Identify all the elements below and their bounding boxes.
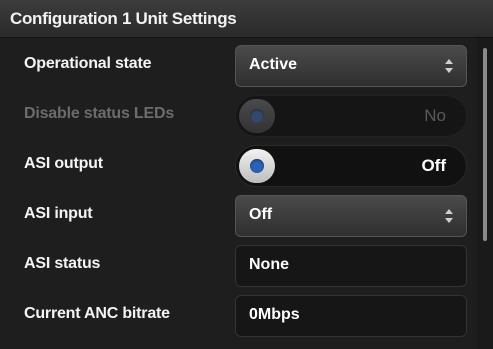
asi-output-label: ASI output: [24, 155, 103, 172]
vertical-scrollbar[interactable]: [477, 38, 493, 349]
operational-state-label: Operational state: [24, 55, 152, 72]
row-asi-status: ASI status None: [0, 242, 475, 292]
asi-status-label: ASI status: [24, 255, 101, 272]
current-anc-bitrate-value: 0Mbps: [249, 306, 300, 323]
asi-input-value: Off: [249, 206, 273, 223]
asi-status-value: None: [249, 256, 289, 273]
row-asi-input: ASI input Off: [0, 192, 475, 242]
operational-state-select[interactable]: Active: [235, 45, 467, 87]
up-down-chevron-icon: [445, 209, 453, 223]
scrollbar-thumb[interactable]: [483, 48, 487, 241]
asi-input-label: ASI input: [24, 205, 93, 222]
row-operational-state: Operational state Active: [0, 42, 475, 92]
current-anc-bitrate-field: 0Mbps: [235, 295, 467, 337]
settings-panel: Operational state Active Disable status …: [0, 38, 475, 349]
panel-title: Configuration 1 Unit Settings: [10, 9, 237, 28]
toggle-knob-icon: [239, 99, 275, 133]
asi-output-toggle[interactable]: Off: [235, 145, 467, 187]
disable-status-leds-value: No: [424, 106, 446, 125]
row-current-anc-bitrate: Current ANC bitrate 0Mbps: [0, 292, 475, 342]
row-disable-status-leds: Disable status LEDs No: [0, 92, 475, 142]
up-down-chevron-icon: [445, 59, 453, 73]
asi-status-field: None: [235, 245, 467, 287]
operational-state-value: Active: [249, 56, 298, 73]
toggle-knob-icon[interactable]: [239, 149, 275, 183]
knob-indicator: [250, 159, 264, 173]
disable-status-leds-toggle: No: [235, 95, 467, 137]
row-asi-output: ASI output Off: [0, 142, 475, 192]
disable-status-leds-label: Disable status LEDs: [24, 105, 175, 122]
knob-indicator: [250, 109, 264, 123]
asi-output-value: Off: [421, 156, 446, 175]
panel-header: Configuration 1 Unit Settings: [0, 0, 493, 38]
asi-input-select[interactable]: Off: [235, 195, 467, 237]
current-anc-bitrate-label: Current ANC bitrate: [24, 305, 170, 322]
